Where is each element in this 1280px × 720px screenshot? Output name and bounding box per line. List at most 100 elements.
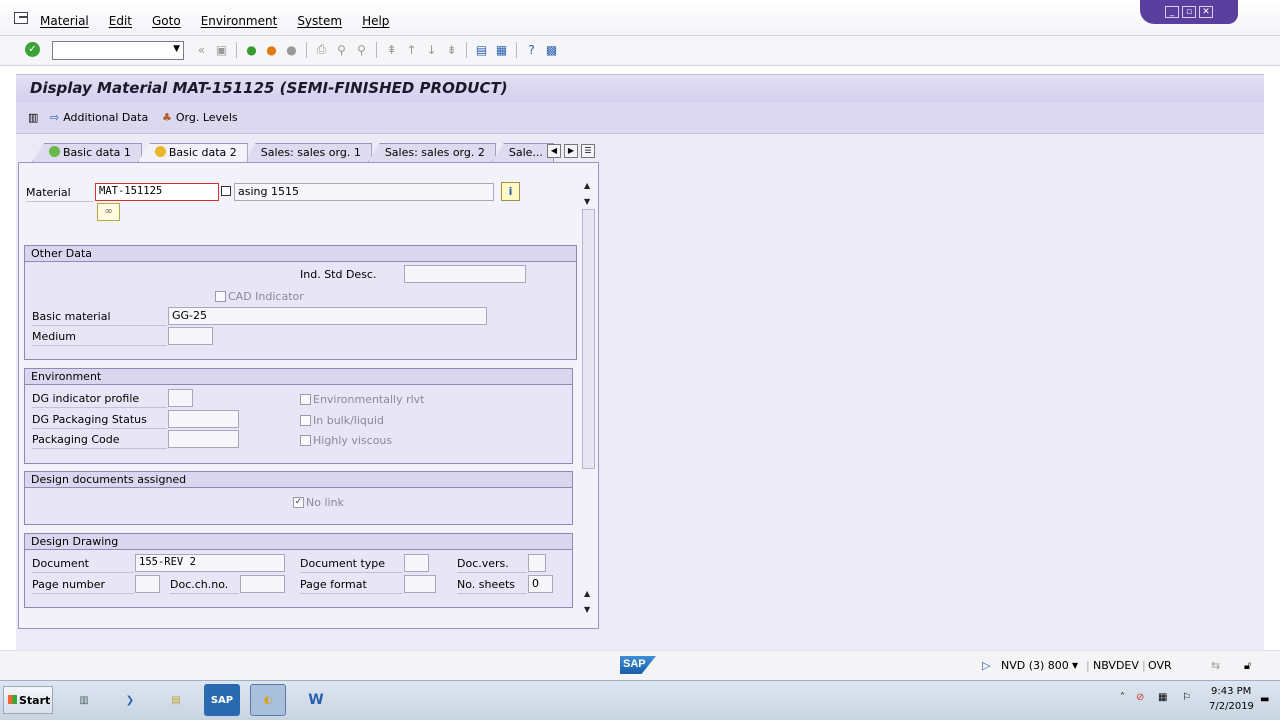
minimize-icon[interactable]: _	[1165, 6, 1179, 18]
server-manager-icon[interactable]: ▥	[66, 684, 102, 716]
tab-basic-data-2[interactable]: Basic data 2	[137, 143, 248, 162]
next-page-icon[interactable]: ↓	[423, 41, 440, 58]
start-button[interactable]: Start	[3, 686, 53, 714]
clock-date[interactable]: 7/2/2019	[1209, 701, 1254, 712]
command-input[interactable]	[53, 42, 165, 59]
bulk-liquid-checkbox[interactable]: In bulk/liquid	[300, 414, 384, 427]
document-field[interactable]: 155-REV 2	[135, 554, 285, 572]
scroll-up-icon[interactable]: ▲	[584, 181, 590, 190]
vertical-scrollbar[interactable]: ▲ ▼ ▲ ▼	[580, 179, 597, 619]
doc-ch-no-field[interactable]	[240, 575, 285, 593]
dg-indicator-field[interactable]	[168, 389, 193, 407]
tab-basic-data-1[interactable]: Basic data 1	[32, 143, 142, 162]
file-explorer-icon[interactable]: ▤	[158, 684, 194, 716]
network-icon[interactable]: ▦	[1158, 692, 1167, 703]
checkbox-box[interactable]	[300, 415, 311, 426]
restore-icon[interactable]: ▫	[1182, 6, 1196, 18]
previous-page-icon[interactable]: ↑	[403, 41, 420, 58]
chevron-down-icon[interactable]: ▼	[1072, 661, 1078, 670]
material-description-field[interactable]: asing 1515	[234, 183, 494, 201]
menu-goto[interactable]: Goto	[152, 14, 181, 28]
transfer-icon[interactable]: ⇆	[1211, 659, 1220, 672]
checkbox-label: In bulk/liquid	[313, 414, 384, 427]
glasses-icon[interactable]: ∞	[97, 203, 120, 221]
find-next-icon[interactable]: ⚲	[353, 41, 370, 58]
scroll-down-icon[interactable]: ▼	[584, 197, 590, 206]
show-hidden-icon[interactable]: ˄	[1120, 692, 1125, 703]
page-title: Display Material MAT-151125 (SEMI-FINISH…	[30, 79, 508, 97]
document-type-field[interactable]	[404, 554, 429, 572]
dg-packaging-field[interactable]	[168, 410, 239, 428]
packaging-code-field[interactable]	[168, 430, 239, 448]
enter-check-icon[interactable]: ✓	[25, 42, 40, 57]
word-icon[interactable]: W	[298, 684, 334, 716]
scroll-up-icon[interactable]: ▲	[584, 589, 590, 598]
tab-sales-org-2[interactable]: Sales: sales org. 2	[367, 143, 496, 162]
close-icon[interactable]: ✕	[1199, 6, 1213, 18]
no-link-checkbox[interactable]: ✓ No link	[293, 496, 344, 509]
label-underline	[32, 407, 167, 408]
info-icon[interactable]: i	[501, 182, 520, 201]
doc-vers-field[interactable]	[528, 554, 546, 572]
checkbox-box[interactable]	[215, 291, 226, 302]
no-sheets-field[interactable]: 0	[528, 575, 553, 593]
exit-icon[interactable]: ●	[263, 41, 280, 58]
ind-std-desc-field[interactable]	[404, 265, 526, 283]
checkbox-box[interactable]	[300, 435, 311, 446]
tab-scroll-right-icon[interactable]: ▶	[564, 144, 578, 158]
sap-gui-task-icon[interactable]: ◐	[250, 684, 286, 716]
org-levels-button[interactable]: ♣ Org. Levels	[162, 111, 238, 124]
page-number-field[interactable]	[135, 575, 160, 593]
medium-field[interactable]	[168, 327, 213, 345]
doc-ch-no-label: Doc.ch.no.	[170, 578, 229, 591]
find-icon[interactable]: ⚲	[333, 41, 350, 58]
chevron-down-icon[interactable]: ▼	[173, 44, 180, 54]
menu-edit[interactable]: Edit	[109, 14, 132, 28]
new-session-icon[interactable]: ▤	[473, 41, 490, 58]
action-center-icon[interactable]: ⊘	[1136, 692, 1144, 703]
back-icon[interactable]: ●	[243, 41, 260, 58]
scroll-thumb[interactable]	[582, 209, 595, 469]
dg-packaging-label: DG Packaging Status	[32, 413, 147, 426]
tab-sales-org-1[interactable]: Sales: sales org. 1	[243, 143, 372, 162]
checkbox-box[interactable]	[300, 394, 311, 405]
env-relevant-checkbox[interactable]: Environmentally rlvt	[300, 393, 425, 406]
last-page-icon[interactable]: ⇟	[443, 41, 460, 58]
menu-environment[interactable]: Environment	[201, 14, 278, 28]
other-material-icon[interactable]: ▥	[28, 111, 38, 124]
material-number-field[interactable]: MAT-151125	[95, 183, 219, 201]
shortcut-icon[interactable]: ▦	[493, 41, 510, 58]
powershell-icon[interactable]: ❯	[112, 684, 148, 716]
print-icon[interactable]: ⎙	[313, 41, 330, 58]
lock-icon[interactable]: 🔓︎	[1244, 659, 1251, 673]
menu-system[interactable]: System	[297, 14, 342, 28]
menu-material[interactable]: Material	[40, 14, 89, 28]
status-expand-icon[interactable]: ▷	[982, 659, 990, 672]
highly-viscous-checkbox[interactable]: Highly viscous	[300, 434, 392, 447]
basic-material-field[interactable]: GG-25	[168, 307, 487, 325]
show-desktop-icon[interactable]: ▬	[1260, 694, 1269, 705]
clock-time[interactable]: 9:43 PM	[1211, 686, 1251, 697]
checkmark-icon[interactable]: ✓	[293, 497, 304, 508]
tab-sales-more[interactable]: Sale...	[491, 143, 554, 162]
menu-icon[interactable]	[14, 12, 28, 24]
menu-help[interactable]: Help	[362, 14, 389, 28]
help-icon[interactable]: ?	[523, 41, 540, 58]
cancel-icon[interactable]: ●	[283, 41, 300, 58]
document-label: Document	[32, 557, 89, 570]
scroll-down-icon[interactable]: ▼	[584, 605, 590, 614]
collapse-icon[interactable]: «	[193, 41, 210, 58]
page-format-field[interactable]	[404, 575, 436, 593]
cad-indicator-checkbox[interactable]: CAD Indicator	[215, 290, 304, 303]
customize-layout-icon[interactable]: ▩	[543, 41, 560, 58]
additional-data-button[interactable]: ⇨ Additional Data	[50, 111, 148, 124]
label-underline	[32, 572, 134, 573]
first-page-icon[interactable]: ⇞	[383, 41, 400, 58]
flag-icon[interactable]: ⚐	[1182, 692, 1191, 703]
command-field[interactable]: ▼	[52, 41, 184, 60]
copy-icon[interactable]	[221, 186, 231, 196]
save-icon[interactable]: ▣	[213, 41, 230, 58]
tab-scroll-left-icon[interactable]: ◀	[547, 144, 561, 158]
sap-logon-icon[interactable]: SAP	[204, 684, 240, 716]
tab-list-icon[interactable]: ☰	[581, 144, 595, 158]
